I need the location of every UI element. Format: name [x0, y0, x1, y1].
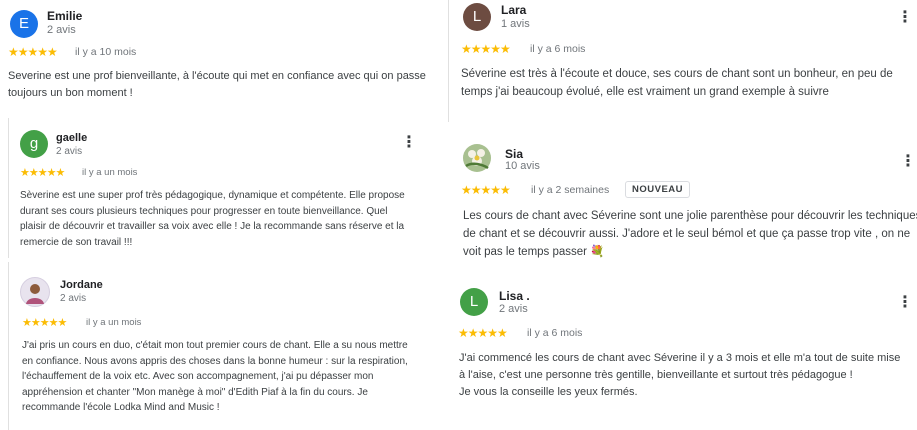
avatar[interactable]: L — [460, 288, 488, 316]
review-date: il y a un mois — [86, 317, 142, 328]
review-card-jordane: Jordane 2 avis ★★★★★ il y a un mois J'ai… — [10, 268, 430, 430]
review-date: il y a 6 mois — [530, 43, 586, 55]
review-card-gaelle: g gaelle 2 avis ⋮ ★★★★★ il y a un mois S… — [10, 122, 430, 262]
more-options-icon[interactable]: ⋮ — [897, 9, 913, 27]
review-card-lara: L Lara 1 avis ⋮ ★★★★★ il y a 6 mois Séve… — [455, 0, 917, 124]
star-rating: ★★★★★ — [461, 42, 511, 56]
review-count: 1 avis — [501, 18, 530, 30]
star-rating: ★★★★★ — [461, 183, 511, 197]
reviewer-name[interactable]: gaelle — [56, 132, 87, 144]
avatar[interactable]: E — [10, 10, 38, 38]
reviewer-name[interactable]: Emilie — [47, 9, 82, 23]
reviewer-name[interactable]: Lisa . — [499, 289, 530, 303]
person-photo-icon — [26, 284, 44, 304]
more-options-icon[interactable]: ⋮ — [401, 134, 417, 152]
avatar[interactable] — [463, 144, 491, 172]
star-rating: ★★★★★ — [22, 317, 67, 329]
review-text: Severine est une prof bienveillante, à l… — [8, 70, 426, 99]
review-text: Sèverine est une super prof très pédagog… — [20, 190, 405, 248]
more-options-icon[interactable]: ⋮ — [897, 294, 913, 312]
avatar[interactable]: L — [463, 3, 491, 31]
flower-photo-icon — [463, 144, 491, 172]
review-date: il y a 2 semaines — [531, 184, 610, 196]
reviewer-name[interactable]: Lara — [501, 3, 526, 17]
divider-line — [448, 0, 449, 122]
review-text: Les cours de chant avec Séverine sont un… — [463, 210, 917, 258]
review-date: il y a un mois — [82, 167, 138, 178]
review-text: J'ai pris un cours en duo, c'était mon t… — [22, 340, 408, 414]
review-date: il y a 10 mois — [75, 46, 137, 58]
more-options-icon[interactable]: ⋮ — [900, 153, 916, 171]
review-count: 2 avis — [47, 24, 76, 36]
star-rating: ★★★★★ — [8, 45, 58, 59]
review-text-line: J'ai commencé les cours de chant avec Sé… — [459, 352, 901, 381]
review-count: 2 avis — [56, 146, 83, 157]
review-date: il y a 6 mois — [527, 327, 583, 339]
reviewer-name[interactable]: Sia — [505, 147, 523, 161]
review-count: 2 avis — [60, 293, 87, 304]
review-text: J'ai commencé les cours de chant avec Sé… — [459, 350, 909, 401]
star-rating: ★★★★★ — [458, 326, 508, 340]
divider-line — [8, 262, 9, 430]
star-rating: ★★★★★ — [20, 167, 65, 179]
avatar[interactable] — [20, 277, 50, 307]
new-badge: NOUVEAU — [625, 181, 691, 198]
avatar[interactable]: g — [20, 130, 48, 158]
review-count: 2 avis — [499, 303, 528, 315]
divider-line — [8, 118, 9, 258]
review-card-emilie: E Emilie 2 avis ★★★★★ il y a 10 mois Sev… — [0, 0, 440, 118]
review-card-sia: Sia 10 avis ⋮ ★★★★★ il y a 2 semaines NO… — [455, 138, 917, 270]
review-count: 10 avis — [505, 160, 540, 172]
review-card-lisa: L Lisa . 2 avis ⋮ ★★★★★ il y a 6 mois J'… — [455, 282, 917, 430]
review-text: Séverine est très à l'écoute et douce, s… — [461, 68, 893, 98]
reviewer-name[interactable]: Jordane — [60, 279, 103, 291]
review-text-line: Je vous la conseille les yeux fermés. — [459, 386, 638, 398]
